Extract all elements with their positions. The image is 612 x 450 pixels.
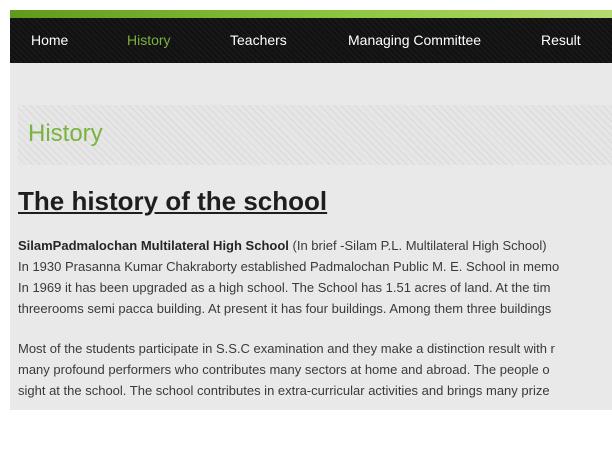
nav-item-managing-committee[interactable]: Managing Committee — [348, 18, 481, 63]
nav-item-teachers[interactable]: Teachers — [230, 18, 287, 63]
top-accent-stripe — [10, 10, 612, 18]
nav-item-home[interactable]: Home — [31, 18, 68, 63]
paragraph-line: In 1969 it has been upgraded as a high s… — [18, 280, 551, 295]
nav-item-history[interactable]: History — [127, 18, 171, 63]
paragraph-line: threerooms semi pacca building. At prese… — [18, 301, 552, 316]
history-paragraph-1: SilamPadmalochan Multilateral High Schoo… — [18, 235, 612, 319]
paragraph-line: Most of the students participate in S.S.… — [18, 341, 555, 356]
page-heading: The history of the school — [18, 186, 328, 216]
history-paragraph-2: Most of the students participate in S.S.… — [18, 338, 612, 401]
main-navbar: Home History Teachers Managing Committee… — [10, 18, 612, 63]
section-title: History — [28, 120, 103, 147]
paragraph-line: many profound performers who contributes… — [18, 362, 550, 377]
main-content: History The history of the school SilamP… — [10, 63, 612, 410]
paragraph-line: sight at the school. The school contribu… — [18, 383, 550, 398]
paragraph-line: SilamPadmalochan Multilateral High Schoo… — [18, 235, 612, 256]
school-name: SilamPadmalochan Multilateral High Schoo… — [18, 238, 289, 253]
school-name-brief: (In brief -Silam P.L. Multilateral High … — [288, 238, 547, 253]
paragraph-line: In 1930 Prasanna Kumar Chakraborty estab… — [18, 259, 560, 274]
nav-item-result[interactable]: Result — [541, 18, 581, 63]
section-header-banner: History — [18, 105, 612, 165]
